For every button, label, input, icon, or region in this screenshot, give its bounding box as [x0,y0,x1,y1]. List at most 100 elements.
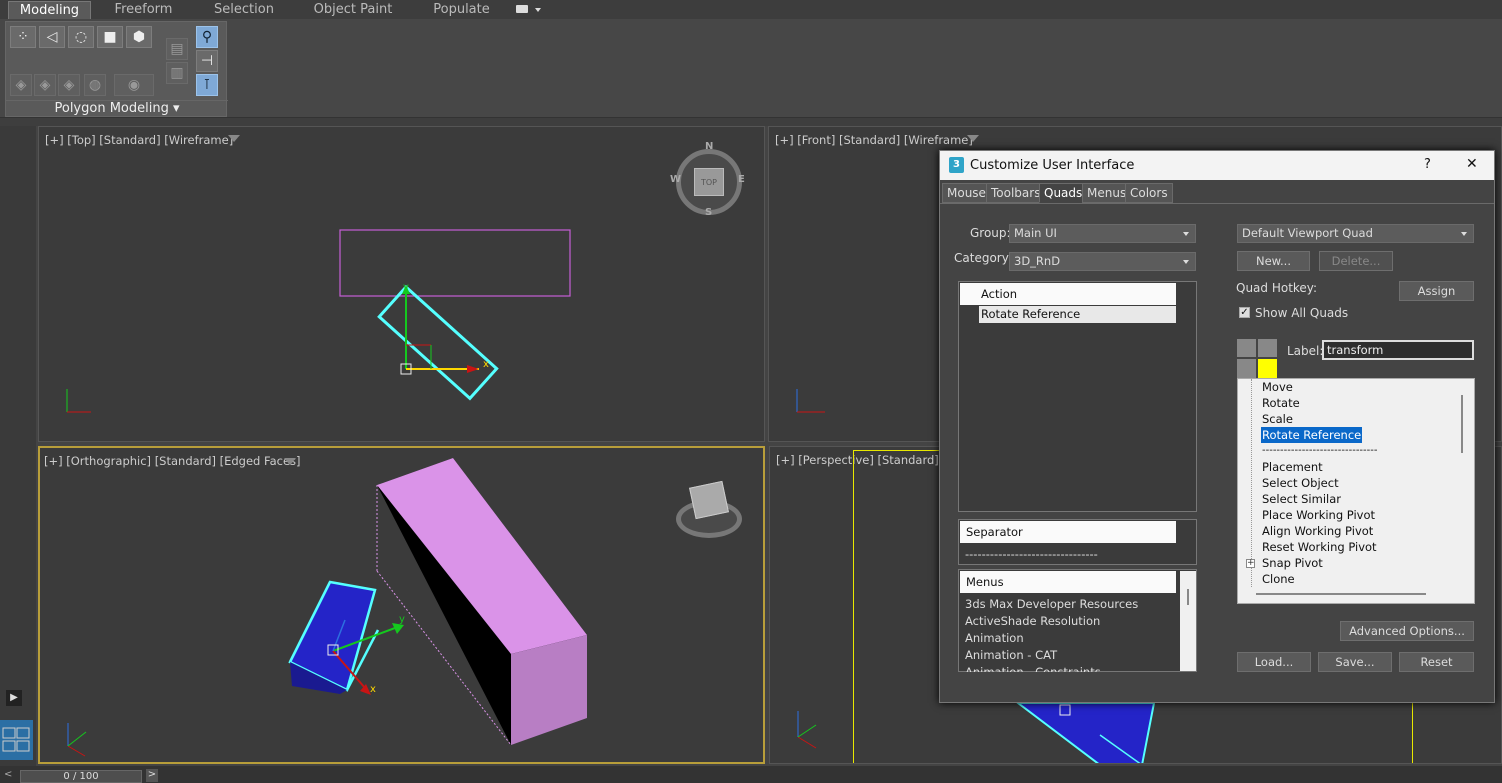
assign-button[interactable]: Assign [1399,281,1474,301]
viewcube[interactable]: TOP [694,168,724,196]
pin-stack-icon[interactable]: ⚲ [196,26,218,48]
tree-vscroll-thumb[interactable] [1461,395,1463,453]
quad-item[interactable]: Move [1261,379,1294,395]
next-frame-icon[interactable]: > [146,769,158,782]
preview-off-icon[interactable]: ◈ [10,74,32,96]
ignore-backfacing-icon[interactable]: ◍ [84,74,106,96]
axis-y-label: y [399,614,405,625]
menu-item[interactable]: Animation - CAT [965,647,1057,664]
quad-cell-tl[interactable] [1237,339,1256,357]
group-label: Group: [970,226,1011,240]
ribbon-tab-populate[interactable]: Populate [425,1,498,19]
ribbon-options-icon[interactable] [516,5,528,13]
axis-x-label: x [483,359,489,370]
quad-item-separator[interactable]: -------------------------------- [1261,443,1378,459]
vertex-icon[interactable]: ⁘ [10,26,36,48]
quad-item[interactable]: Select Similar [1261,491,1342,507]
tab-divider [940,203,1494,204]
preview-subobject-icon[interactable]: ◈ [34,74,56,96]
time-slider[interactable]: 0 / 100 [20,770,142,783]
quad-item[interactable]: Clone [1261,571,1296,587]
compass-east: E [738,174,745,185]
tab-menus[interactable]: Menus [1082,183,1132,203]
viewport-layout-icon[interactable] [0,720,33,760]
separator-item[interactable]: -------------------------------- [965,546,1098,563]
modify-mode-icon[interactable]: ▤ [166,38,188,60]
tab-toolbars[interactable]: Toolbars [986,183,1046,203]
panel-title[interactable]: Polygon Modeling ▾ [6,100,228,118]
menu-item[interactable]: ActiveShade Resolution [965,613,1100,630]
ribbon-tab-modeling[interactable]: Modeling [8,1,91,19]
ribbon-tab-object-paint[interactable]: Object Paint [308,1,398,19]
reset-button[interactable]: Reset [1399,652,1474,672]
element-icon[interactable]: ⬢ [126,26,152,48]
show-end-result-icon[interactable]: ⊺ [196,74,218,96]
category-select[interactable]: 3D_RnD [1009,252,1196,271]
edge-icon[interactable]: ◁ [39,26,65,48]
quad-cell-tr[interactable] [1258,339,1277,357]
pin-icon[interactable]: ⊣ [196,50,218,72]
advanced-options-button[interactable]: Advanced Options... [1340,621,1474,641]
quad-items-tree[interactable]: Move Rotate Scale Rotate Reference -----… [1237,378,1475,604]
save-button[interactable]: Save... [1318,652,1392,672]
chevron-down-icon [1461,232,1467,236]
separator-header[interactable]: Separator [960,521,1176,543]
border-icon[interactable]: ◌ [68,26,94,48]
load-button[interactable]: Load... [1237,652,1311,672]
expand-icon[interactable]: + [1246,559,1255,568]
quad-item[interactable]: Rotate [1261,395,1301,411]
compass-west: W [670,174,682,185]
dialog-title-bar[interactable]: 3 Customize User Interface ? ✕ [940,151,1494,180]
show-all-quads-checkbox[interactable]: ✓ [1239,307,1250,318]
menu-item[interactable]: 3ds Max Developer Resources [965,596,1138,613]
app-3ds-icon: 3 [949,157,964,173]
quad-cell-br-active[interactable] [1258,359,1277,378]
stack-icon[interactable]: ▥ [166,62,188,84]
action-list[interactable]: Action Rotate Reference [958,281,1197,512]
viewport-top[interactable]: [+] [Top] [Standard] [Wireframe] y x TOP… [38,126,765,442]
quad-select[interactable]: Default Viewport Quad [1237,224,1474,243]
chevron-down-icon[interactable] [535,8,541,12]
tab-colors[interactable]: Colors [1125,183,1173,203]
tab-mouse[interactable]: Mouse [942,183,991,203]
ribbon-tab-selection[interactable]: Selection [206,1,282,19]
group-select[interactable]: Main UI [1009,224,1196,243]
ribbon-tab-freeform[interactable]: Freeform [106,1,181,19]
tab-quads[interactable]: Quads [1039,183,1088,203]
play-icon[interactable]: ▶ [6,690,22,706]
quad-item[interactable]: Snap Pivot [1261,555,1324,571]
new-button[interactable]: New... [1237,251,1310,271]
axis-x-label: x [370,684,376,695]
menus-scrollbar[interactable] [1180,571,1196,671]
viewport-orthographic[interactable]: [+] [Orthographic] [Standard] [Edged Fac… [38,446,765,764]
quad-item[interactable]: Reset Working Pivot [1261,539,1378,555]
menu-item[interactable]: Animation - Constraints [965,664,1101,672]
quad-cell-bl[interactable] [1237,359,1256,378]
quad-item[interactable]: Placement [1261,459,1324,475]
quad-item[interactable]: Place Working Pivot [1261,507,1376,523]
close-button[interactable]: ✕ [1466,156,1478,172]
scroll-thumb[interactable] [1187,589,1189,605]
menus-header[interactable]: Menus [960,571,1176,593]
prev-frame-icon[interactable]: < [4,769,12,780]
menu-item[interactable]: Animation [965,630,1024,647]
action-item[interactable]: Rotate Reference [981,306,1080,323]
category-label: Category: [954,251,1012,265]
delete-button[interactable]: Delete... [1319,251,1393,271]
action-header[interactable]: Action [960,283,1176,305]
quad-item[interactable]: Select Object [1261,475,1340,491]
compass-south: S [705,207,713,218]
help-button[interactable]: ? [1424,157,1431,172]
quad-item-selected[interactable]: Rotate Reference [1261,427,1363,443]
use-soft-selection-icon[interactable]: ◉ [114,74,154,96]
polygon-icon[interactable]: ■ [97,26,123,48]
ortho-scene [67,458,587,757]
label-input[interactable] [1322,340,1474,360]
preview-multi-icon[interactable]: ◈ [58,74,80,96]
separator-list[interactable]: Separator ------------------------------… [958,519,1197,565]
tree-hscroll-thumb[interactable] [1256,593,1426,595]
quad-item[interactable]: Align Working Pivot [1261,523,1374,539]
menus-list[interactable]: Menus 3ds Max Developer Resources Active… [958,569,1197,672]
quad-item[interactable]: Scale [1261,411,1294,427]
quad-hotkey-label: Quad Hotkey: [1236,281,1318,295]
